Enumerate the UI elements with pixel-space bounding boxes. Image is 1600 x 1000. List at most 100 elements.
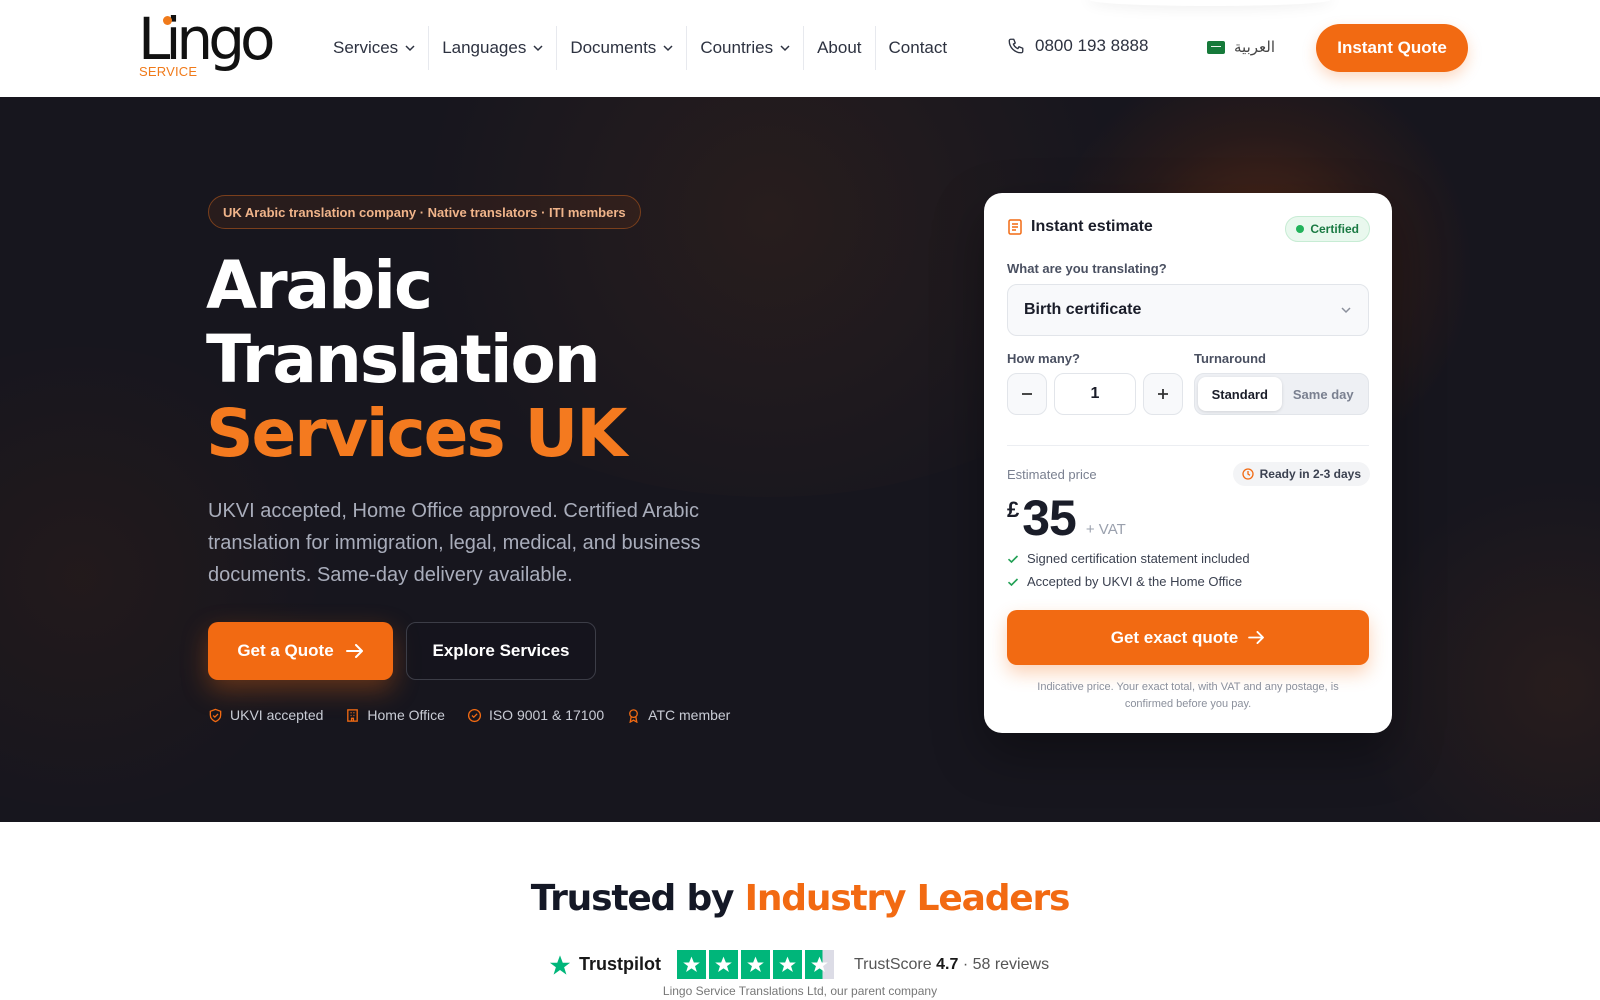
document-icon [1008,219,1022,235]
quantity-input[interactable] [1054,373,1136,415]
turnaround-toggle: Standard Same day [1194,373,1369,415]
trustpilot-star-icon [549,954,571,975]
clock-icon [1241,468,1254,480]
arrow-right-icon [345,644,363,658]
nav-label: Contact [888,38,948,57]
badge-iso: ISO 9001 & 17100 [467,707,604,723]
trusted-section-title: Trusted by Industry Leaders [0,878,1600,919]
card-divider [1007,445,1369,446]
badge-label: ISO 9001 & 17100 [488,707,605,723]
price-disclaimer: Indicative price. Your exact total, with… [1037,681,1339,710]
trusted-title-highlight: Industry Leaders [744,878,1071,919]
ready-badge: Ready in 2-3 days [1232,462,1370,486]
hero-section: UK Arabic translation company · Native t… [0,97,1600,822]
nav-item-contact[interactable]: Contact [876,26,961,70]
nav-item-about[interactable]: About [804,26,876,70]
award-icon [629,708,639,723]
plus-icon [1158,389,1168,399]
nav-item-services[interactable]: Services [320,26,430,70]
price-amount: 35 [1022,490,1077,546]
hero-title-line: Translation [206,321,601,398]
check-icon [1007,554,1019,563]
nav-item-documents[interactable]: Documents [557,26,688,70]
nav-item-countries[interactable]: Countries [687,26,805,70]
chevron-down-icon [1341,307,1351,314]
chevron-down-icon [780,45,790,52]
star-icon [741,950,770,979]
card-title-text: Instant estimate [1031,218,1153,235]
hero-tagline-pill: UK Arabic translation company · Native t… [208,195,641,229]
quantity-label: How many? [1007,351,1080,366]
review-count: · 58 reviews [962,955,1050,973]
nav-label: Languages [442,38,527,57]
document-type-select[interactable]: Birth certificate [1007,284,1369,336]
nav-item-languages[interactable]: Languages [429,26,558,70]
ready-label: Ready in 2-3 days [1259,467,1361,481]
phone-link[interactable]: 0800 193 8888 [1007,36,1148,56]
building-icon [347,708,359,722]
explore-services-button[interactable]: Explore Services [406,622,596,680]
instant-quote-button[interactable]: Instant Quote [1316,24,1468,72]
quantity-decrement-button[interactable] [1007,373,1047,415]
feature-text: Signed certification statement included [1027,551,1250,566]
badge-ukvi: UKVI accepted [208,707,323,723]
chevron-down-icon [405,45,415,52]
header-decoration [1090,0,1330,6]
get-exact-quote-button[interactable]: Get exact quote [1007,610,1369,665]
saudi-flag-icon [1207,40,1225,54]
nav-label: Countries [700,38,774,57]
logo[interactable]: Lingo SERVICE [138,10,288,82]
card-title: Instant estimate [1008,218,1153,236]
star-icon [773,950,802,979]
language-label: العربية [1234,39,1275,56]
hero-title: Arabic Translation Services UK [206,247,627,472]
trustpilot-brand: Trustpilot [549,954,661,976]
badge-label: ATC member [648,707,731,723]
hero-subtitle: UKVI accepted, Home Office approved. Cer… [208,500,701,586]
document-type-label: What are you translating? [1007,261,1167,276]
circle-check-icon [467,708,482,722]
certified-label: Certified [1310,222,1359,236]
turnaround-same-day[interactable]: Same day [1282,377,1366,411]
turnaround-standard[interactable]: Standard [1198,377,1282,411]
logo-word: Lingo [138,5,275,73]
get-a-quote-button[interactable]: Get a Quote [208,622,393,680]
hero-title-highlight: Services UK [206,395,627,472]
trustscore-value: 4.7 [936,955,959,973]
selected-document: Birth certificate [1024,301,1142,318]
logo-subtext: SERVICE [139,64,200,79]
button-label: Get a Quote [237,641,334,660]
trusted-title-text: Trusted by [530,878,735,919]
trustscore: TrustScore 4.7 · 58 reviews [854,956,1049,974]
badge-home-office: Home Office [345,707,445,723]
price-display: £ 35 + VAT [1007,491,1126,545]
phone-icon [1008,38,1024,54]
chevron-down-icon [533,45,543,52]
estimated-price-label: Estimated price [1007,467,1097,482]
nav-label: About [817,38,862,57]
feature-text: Accepted by UKVI & the Home Office [1027,574,1243,589]
badge-atc: ATC member [626,707,730,723]
certified-badge: Certified [1285,216,1370,242]
logo-dot [163,16,172,25]
trustpilot-label: Trustpilot [579,954,661,974]
price-currency: £ [1007,497,1020,522]
feature-check: Accepted by UKVI & the Home Office [1007,574,1242,589]
trustpilot-rating[interactable]: Trustpilot TrustScore 4.7 · 58 reviews [549,950,1049,979]
site-header: Lingo SERVICE Services Languages Documen… [0,0,1600,97]
language-switch[interactable]: العربية [1207,38,1275,56]
rating-stars [677,950,834,979]
hero-title-line: Arabic [206,247,433,324]
star-icon [677,950,706,979]
status-dot-icon [1296,225,1305,233]
parent-company-note: Lingo Service Translations Ltd, our pare… [662,984,938,998]
star-icon [709,950,738,979]
half-star-icon [805,950,834,979]
turnaround-label: Turnaround [1194,351,1266,366]
check-icon [1007,577,1019,586]
quantity-increment-button[interactable] [1143,373,1183,415]
price-vat: + VAT [1085,521,1126,538]
instant-estimate-card: Instant estimate Certified What are you … [984,193,1392,733]
nav-label: Documents [570,38,657,57]
badge-label: Home Office [367,707,445,723]
